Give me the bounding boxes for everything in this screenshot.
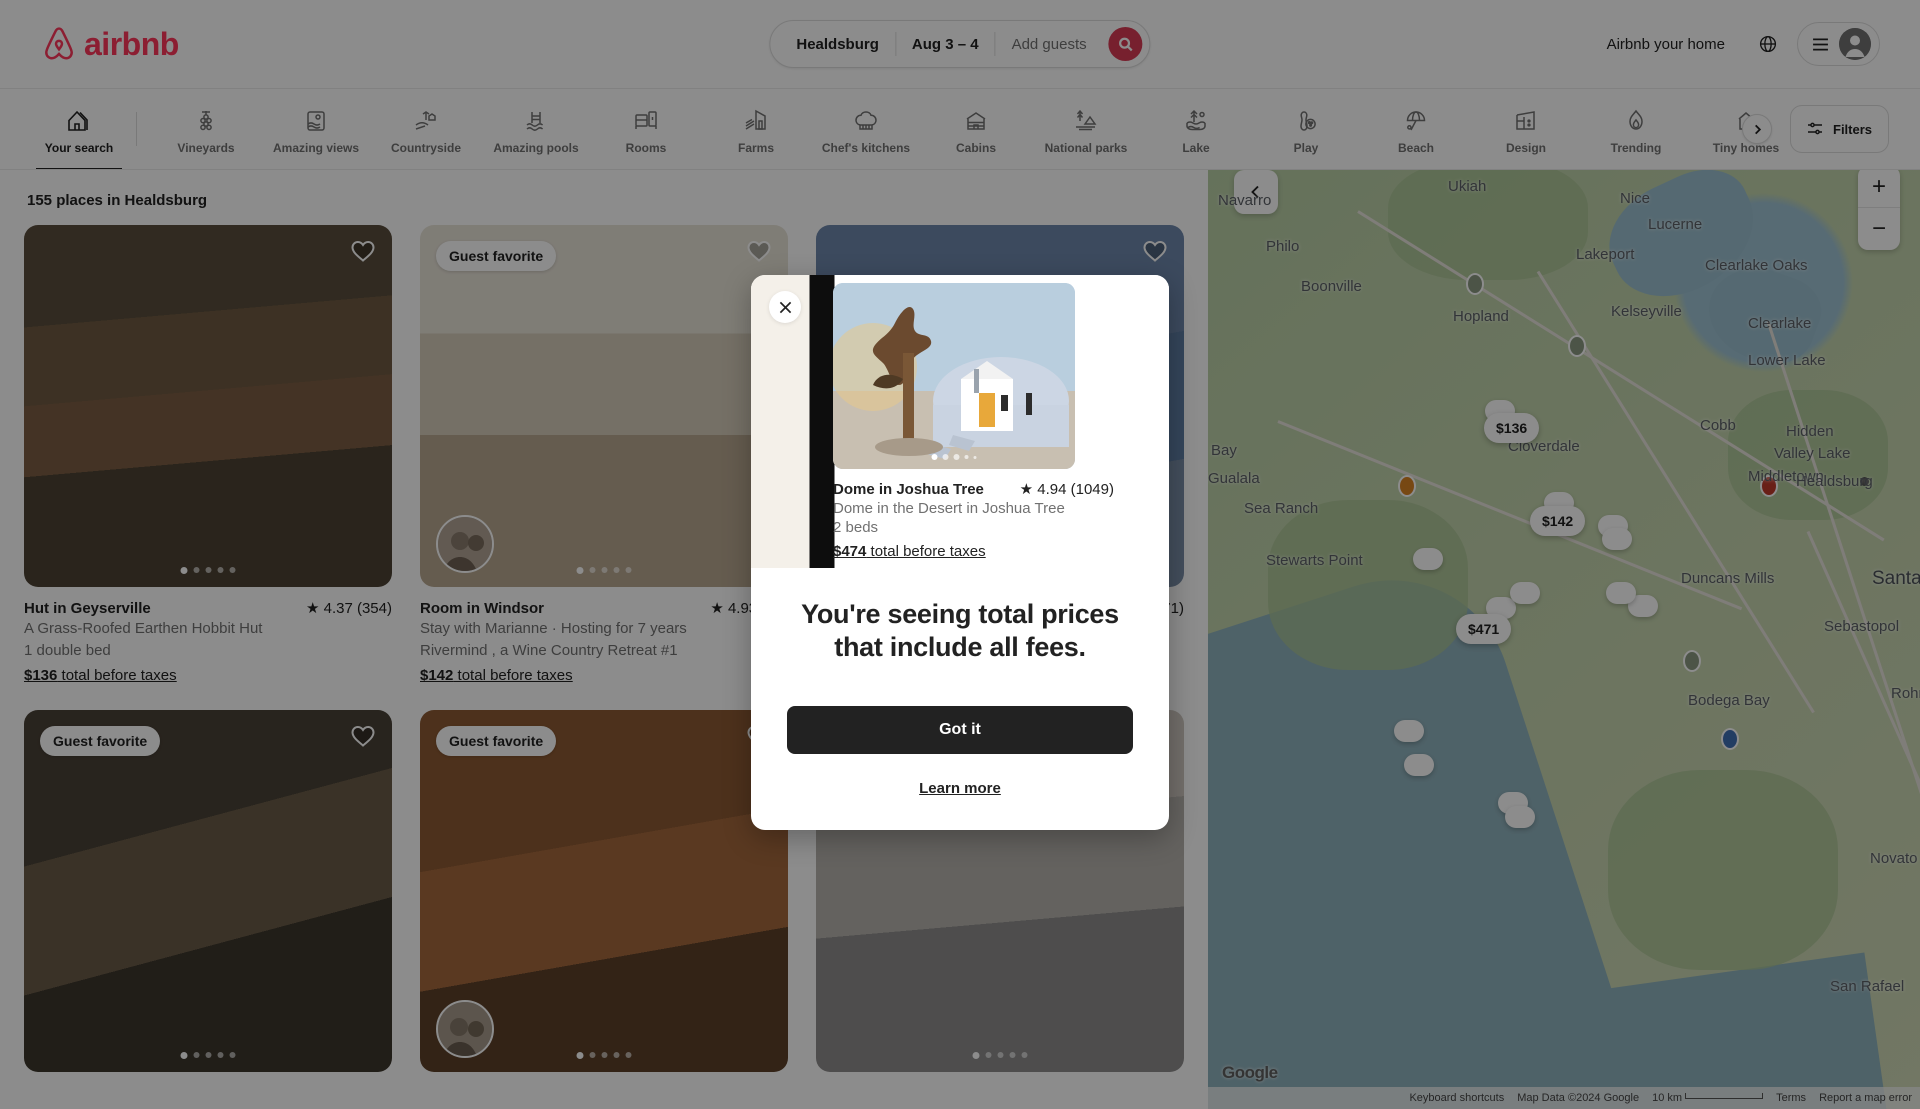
modal-listing-rating: ★ 4.94 (1049) — [1019, 481, 1114, 499]
dome-house-photo — [833, 283, 1075, 470]
modal-listing-subtitle: Dome in the Desert in Joshua Tree — [833, 500, 1065, 518]
modal-listing-title: Dome in Joshua Tree — [833, 481, 984, 499]
got-it-button[interactable]: Got it — [787, 705, 1133, 754]
modal-headline: You're seeing total prices that include … — [801, 599, 1119, 662]
modal-carousel-dots[interactable] — [931, 454, 977, 461]
modal-listing-card[interactable]: Dome in Joshua Tree ★ 4.94 (1049) Dome i… — [833, 275, 1114, 560]
modal-listing-beds: 2 beds — [833, 519, 879, 537]
learn-more-link[interactable]: Learn more — [919, 780, 1001, 797]
modal-close-button[interactable] — [769, 291, 801, 324]
close-icon — [779, 301, 791, 313]
app-root: airbnb Healdsburg Aug 3 – 4 Add guests A… — [0, 0, 1920, 1109]
modal-listing-price[interactable]: $474 total before taxes — [833, 543, 1114, 560]
modal-overlay: Dome in Joshua Tree ★ 4.94 (1049) Dome i… — [0, 0, 1920, 1109]
modal-listing-header: Dome in Joshua Tree ★ 4.94 (1049) — [833, 480, 1114, 498]
total-price-modal: Dome in Joshua Tree ★ 4.94 (1049) Dome i… — [751, 275, 1169, 830]
modal-hero: Dome in Joshua Tree ★ 4.94 (1049) Dome i… — [751, 275, 1169, 569]
modal-body: You're seeing total prices that include … — [751, 568, 1169, 830]
modal-listing-image[interactable] — [833, 283, 1075, 470]
